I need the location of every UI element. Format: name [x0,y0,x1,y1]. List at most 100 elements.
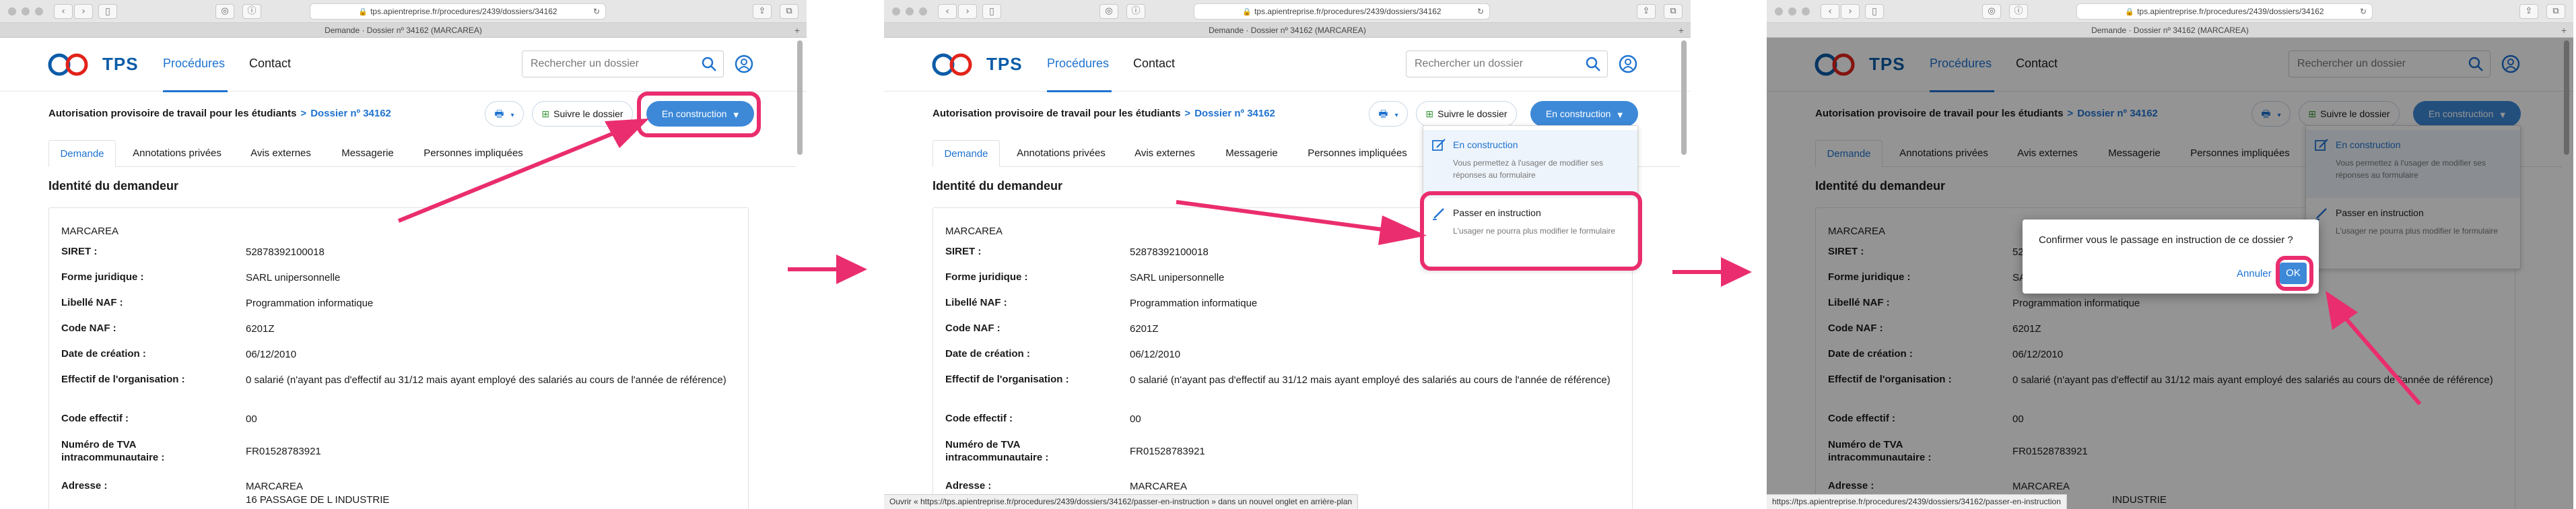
forward-button[interactable]: › [958,4,977,19]
user-icon[interactable] [734,54,754,74]
field-value: SARL unipersonnelle [246,272,341,283]
step-arrow-icon [788,254,867,284]
user-icon[interactable] [1618,54,1638,74]
nav-contact[interactable]: Contact [1133,57,1175,71]
field-label: Libellé NAF : [61,297,123,308]
field-label: Date de création : [945,348,1030,360]
forward-button[interactable]: › [1841,4,1860,19]
status-bar: https://tps.apientreprise.fr/procedures/… [1767,494,2067,509]
breadcrumb-dossier[interactable]: Dossier nº 34162 [1194,108,1275,119]
info-icon[interactable]: ⓘ [2009,4,2028,19]
tabs-icon[interactable]: ⧉ [1664,4,1683,19]
menu-item-title: En construction [1453,139,1518,150]
new-tab-icon[interactable]: + [2561,23,2567,38]
share-icon[interactable]: ⇪ [753,4,772,19]
new-tab-icon[interactable]: + [794,23,800,38]
reload-icon[interactable]: ↻ [1477,4,1484,19]
arrow-icon [1176,200,1427,245]
new-tab-icon[interactable]: + [1679,23,1684,38]
browser-toolbar: ‹ › ▯ ◎ ⓘ 🔒 tps.apientreprise.fr/procedur… [0,0,807,23]
tabs-icon[interactable]: ⧉ [780,4,799,19]
active-nav-indicator [163,90,228,92]
nav-contact[interactable]: Contact [249,57,291,71]
breadcrumb-procedure[interactable]: Autorisation provisoire de travail pour … [48,108,296,119]
browser-tab[interactable]: Demande · Dossier nº 34162 (MARCAREA) + [0,23,807,38]
field-label: Code effectif : [945,413,1013,424]
scrollbar[interactable] [797,40,803,155]
field-label: Adresse : [61,480,108,491]
forward-button[interactable]: › [74,4,93,19]
extension-icon[interactable]: ◎ [1099,4,1118,19]
field-value: MARCAREA [1130,481,1188,492]
field-label: Libellé NAF : [945,297,1007,308]
sidebar-icon[interactable]: ▯ [1865,4,1884,19]
tab-annotations[interactable]: Annotations privées [1011,140,1112,167]
tps-logo-icon [932,53,972,76]
nav-procedures[interactable]: Procédures [1047,57,1109,71]
search-icon[interactable] [1584,55,1602,73]
share-icon[interactable]: ⇪ [2519,4,2538,19]
scrollbar[interactable] [1681,40,1687,155]
app-header: TPS Procédures Contact Rechercher un dos… [884,38,1691,92]
share-icon[interactable]: ⇪ [1637,4,1656,19]
tab-demande[interactable]: Demande [933,140,1000,167]
back-button[interactable]: ‹ [1821,4,1839,19]
print-button[interactable]: 🖶 ▾ [1369,101,1408,127]
follow-button[interactable]: ⊞ Suivre le dossier [1416,101,1517,127]
info-icon[interactable]: ⓘ [1126,4,1145,19]
breadcrumb-separator: > [300,108,307,119]
tab-messagerie[interactable]: Messagerie [1218,140,1285,167]
menu-item-description: Vous permettez à l'usager de modifier se… [1453,158,1604,180]
back-button[interactable]: ‹ [938,4,957,19]
search-input[interactable]: Rechercher un dossier [522,50,724,77]
browser-tab[interactable]: Demande · Dossier nº 34162 (MARCAREA) + [884,23,1691,38]
field-label: Effectif de l'organisation : [61,374,185,385]
tab-avis[interactable]: Avis externes [1128,140,1202,167]
window-controls[interactable] [1775,7,1810,15]
address-bar[interactable]: 🔒 tps.apientreprise.fr/procedures/2439/do… [310,3,606,20]
edit-icon [1432,139,1446,151]
breadcrumb-separator: > [1184,108,1191,119]
extension-icon[interactable]: ◎ [1982,4,2001,19]
tab-demande[interactable]: Demande [48,140,116,167]
sidebar-icon[interactable]: ▯ [98,4,117,19]
menu-item-en-construction[interactable]: En construction Vous permettez à l'usage… [1423,130,1637,197]
tab-annotations[interactable]: Annotations privées [127,140,228,167]
info-icon[interactable]: ⓘ [242,4,261,19]
browser-toolbar: ‹ › ▯ ◎ ⓘ 🔒 tps.apientreprise.fr/procedur… [884,0,1691,23]
field-label: Effectif de l'organisation : [945,374,1069,385]
tps-logo-icon [48,53,88,76]
company-name: MARCAREA [61,226,119,237]
search-input[interactable]: Rechercher un dossier [1406,50,1608,77]
search-icon[interactable] [700,55,718,73]
tabs-icon[interactable]: ⧉ [2546,4,2565,19]
confirm-message: Confirmer vous le passage en instruction… [2039,234,2293,246]
window-controls[interactable] [892,7,927,15]
screenshot-step-1: ‹ › ▯ ◎ ⓘ 🔒 tps.apientreprise.fr/procedur… [0,0,807,509]
browser-tab[interactable]: Demande · Dossier nº 34162 (MARCAREA) + [1767,23,2573,38]
extension-icon[interactable]: ◎ [215,4,234,19]
tab-personnes[interactable]: Personnes impliquées [1300,140,1415,167]
screenshot-step-2: ‹ › ▯ ◎ ⓘ 🔒 tps.apientreprise.fr/procedur… [884,0,1691,509]
reload-icon[interactable]: ↻ [593,4,600,19]
reload-icon[interactable]: ↻ [2360,4,2367,19]
window-controls[interactable] [8,7,43,15]
address-bar[interactable]: 🔒 tps.apientreprise.fr/procedures/2439/do… [2076,3,2373,20]
sidebar-icon[interactable]: ▯ [982,4,1001,19]
status-bar: Ouvrir « https://tps.apientreprise.fr/pr… [884,494,1359,509]
confirm-dialog: Confirmer vous le passage en instruction… [2023,219,2319,294]
field-label: Code NAF : [945,323,1001,334]
field-value: FR01528783921 [1130,446,1205,457]
breadcrumb-dossier[interactable]: Dossier nº 34162 [310,108,391,119]
breadcrumb-procedure[interactable]: Autorisation provisoire de travail pour … [933,108,1180,119]
field-label: Forme juridique : [61,271,144,283]
browser-toolbar: ‹ › ▯ ◎ ⓘ 🔒 tps.apientreprise.fr/procedur… [1767,0,2573,23]
back-button[interactable]: ‹ [54,4,73,19]
nav-procedures[interactable]: Procédures [163,57,225,71]
state-dropdown-button[interactable]: En construction ▼ [1530,101,1638,127]
cancel-button[interactable]: Annuler [2237,268,2272,279]
field-value: 06/12/2010 [1130,349,1181,360]
tab-avis[interactable]: Avis externes [244,140,318,167]
field-value: 6201Z [1130,323,1159,335]
address-bar[interactable]: 🔒 tps.apientreprise.fr/procedures/2439/do… [1194,3,1490,20]
